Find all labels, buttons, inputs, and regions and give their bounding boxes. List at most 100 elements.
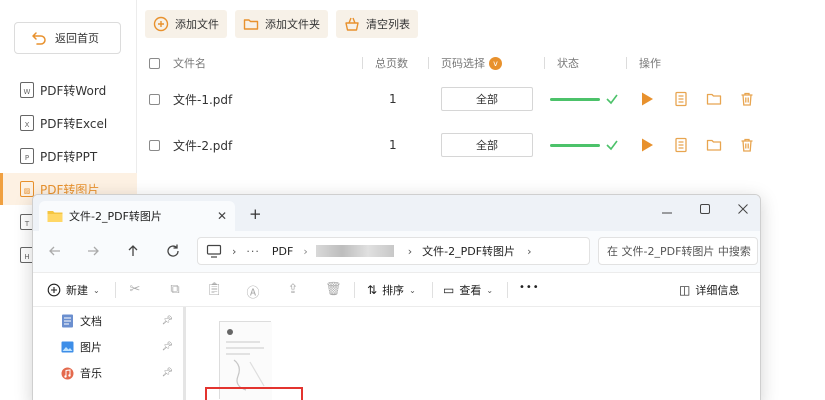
back-arrow-icon[interactable] <box>47 243 63 259</box>
details-pane-button[interactable]: ◫ 详细信息 <box>679 281 739 299</box>
sort-icon: ⇅ <box>367 283 378 297</box>
folder-icon[interactable] <box>706 137 722 153</box>
nav-item-pictures[interactable]: 图片 📌︎ <box>61 337 173 357</box>
row-checkbox[interactable] <box>149 93 160 105</box>
sidebar-item-pdf-to-word[interactable]: W PDF转Word <box>0 74 137 106</box>
divider <box>115 282 116 298</box>
row-checkbox[interactable] <box>149 139 160 151</box>
add-folder-button[interactable]: 添加文件夹 <box>235 10 328 38</box>
return-arrow-icon <box>32 32 46 45</box>
document-icon <box>62 314 73 328</box>
nav-item-label: 图片 <box>80 341 102 354</box>
column-divider[interactable] <box>544 57 545 69</box>
excel-file-icon: X <box>20 115 34 131</box>
up-arrow-icon[interactable] <box>125 243 141 259</box>
chevron-right-icon[interactable]: › <box>232 245 236 258</box>
view-button[interactable]: ▭ 查看 ⌄ <box>443 281 493 299</box>
clear-list-label: 清空列表 <box>366 18 410 31</box>
nav-item-documents[interactable]: 文档 📌︎ <box>61 311 173 331</box>
selection-highlight <box>205 387 303 400</box>
sidebar-item-pdf-to-ppt[interactable]: P PDF转PPT <box>0 140 137 172</box>
page-range-button[interactable]: 全部 <box>441 133 533 157</box>
progress-bar <box>550 144 600 147</box>
breadcrumb-current-folder[interactable]: 文件-2_PDF转图片 <box>422 243 515 259</box>
rename-icon[interactable]: Ⓐ <box>245 282 261 301</box>
maximize-icon[interactable] <box>699 203 711 215</box>
plus-circle-icon <box>153 16 169 32</box>
new-item-button[interactable]: 新建 ⌄ <box>47 281 100 299</box>
add-folder-label: 添加文件夹 <box>265 18 320 31</box>
nav-item-label: 文档 <box>80 315 102 328</box>
more-options-icon[interactable]: ••• <box>519 282 540 293</box>
divider <box>507 282 508 298</box>
page-range-button[interactable]: 全部 <box>441 87 533 111</box>
toolbar: 添加文件 添加文件夹 清空列表 <box>145 10 418 40</box>
ppt-file-icon: P <box>20 148 34 164</box>
progress-bar <box>550 98 600 101</box>
image-file-icon: ▨ <box>20 181 34 197</box>
chevron-right-icon[interactable]: › <box>408 245 412 258</box>
share-icon[interactable]: ⇪ <box>285 282 301 298</box>
sidebar-item-pdf-to-excel[interactable]: X PDF转Excel <box>0 107 137 139</box>
select-all-checkbox[interactable] <box>149 57 160 69</box>
delete-icon[interactable]: 🗑︎ <box>325 282 342 298</box>
table-row: 文件-1.pdf 1 全部 <box>137 76 825 122</box>
trash-icon[interactable] <box>739 91 755 107</box>
explorer-tab[interactable]: 文件-2_PDF转图片 ✕ <box>39 201 235 231</box>
breadcrumb-pdf[interactable]: PDF <box>272 245 293 258</box>
more-path-icon[interactable]: ··· <box>246 245 260 258</box>
folder-icon[interactable] <box>706 91 722 107</box>
close-window-icon[interactable] <box>737 203 749 215</box>
sidebar-item-label: PDF转PPT <box>40 149 98 164</box>
explorer-command-bar: 新建 ⌄ ✂ ⧉ 📋︎ Ⓐ ⇪ 🗑︎ ⇅ 排序 ⌄ ▭ 查看 ⌄ ••• ◫ 详… <box>33 273 760 307</box>
pin-icon[interactable]: 📌︎ <box>162 342 173 352</box>
sidebar-item-label: PDF转Excel <box>40 116 108 131</box>
back-home-button[interactable]: 返回首页 <box>14 22 121 54</box>
view-label: 查看 <box>459 284 482 297</box>
folder-icon <box>47 211 63 222</box>
forward-arrow-icon[interactable] <box>85 243 101 259</box>
divider <box>354 282 355 298</box>
play-icon[interactable] <box>639 137 655 153</box>
copy-icon[interactable]: ⧉ <box>167 282 183 298</box>
document-icon[interactable] <box>673 91 689 107</box>
minimize-icon[interactable] <box>661 207 673 219</box>
divider <box>432 282 433 298</box>
pin-icon[interactable]: 📌︎ <box>162 368 173 378</box>
file-explorer-window: 文件-2_PDF转图片 ✕ + › ··· PDF › › 文件-2_PDF转图… <box>32 194 761 400</box>
pin-icon[interactable]: 📌︎ <box>162 316 173 326</box>
document-icon[interactable] <box>673 137 689 153</box>
new-item-label: 新建 <box>66 284 88 297</box>
word-file-icon: W <box>20 82 34 98</box>
chevron-right-icon[interactable]: › <box>303 245 307 258</box>
chevron-right-icon[interactable]: › <box>527 245 531 258</box>
play-icon[interactable] <box>639 91 655 107</box>
column-divider[interactable] <box>428 57 429 69</box>
navigation-pane-scrollbar[interactable] <box>183 307 186 400</box>
refresh-icon[interactable] <box>165 243 181 259</box>
header-status: 状态 <box>557 57 579 70</box>
column-divider[interactable] <box>362 57 363 69</box>
info-badge-icon[interactable]: v <box>489 56 502 70</box>
clear-list-button[interactable]: 清空列表 <box>336 10 418 38</box>
table-row: 文件-2.pdf 1 全部 <box>137 122 825 168</box>
address-bar[interactable]: › ··· PDF › › 文件-2_PDF转图片 › <box>197 237 590 265</box>
close-tab-icon[interactable]: ✕ <box>217 209 227 223</box>
basket-icon <box>345 17 359 31</box>
sort-button[interactable]: ⇅ 排序 ⌄ <box>367 281 416 299</box>
trash-icon[interactable] <box>739 137 755 153</box>
column-divider[interactable] <box>626 57 627 69</box>
details-pane-icon: ◫ <box>679 283 691 297</box>
paste-icon[interactable]: 📋︎ <box>206 282 223 298</box>
nav-item-music[interactable]: 音乐 📌︎ <box>61 363 173 383</box>
blurred-path-segment <box>315 245 394 257</box>
add-file-button[interactable]: 添加文件 <box>145 10 227 38</box>
chevron-down-icon: ⌄ <box>486 285 494 295</box>
computer-icon <box>206 244 222 258</box>
explorer-tab-title: 文件-2_PDF转图片 <box>69 210 162 223</box>
search-input[interactable]: 在 文件-2_PDF转图片 中搜索 <box>598 237 758 265</box>
sidebar-item-label: PDF转Word <box>40 83 107 98</box>
new-tab-icon[interactable]: + <box>249 205 262 223</box>
explorer-titlebar: 文件-2_PDF转图片 ✕ + <box>33 195 760 231</box>
cut-icon[interactable]: ✂ <box>127 282 143 298</box>
